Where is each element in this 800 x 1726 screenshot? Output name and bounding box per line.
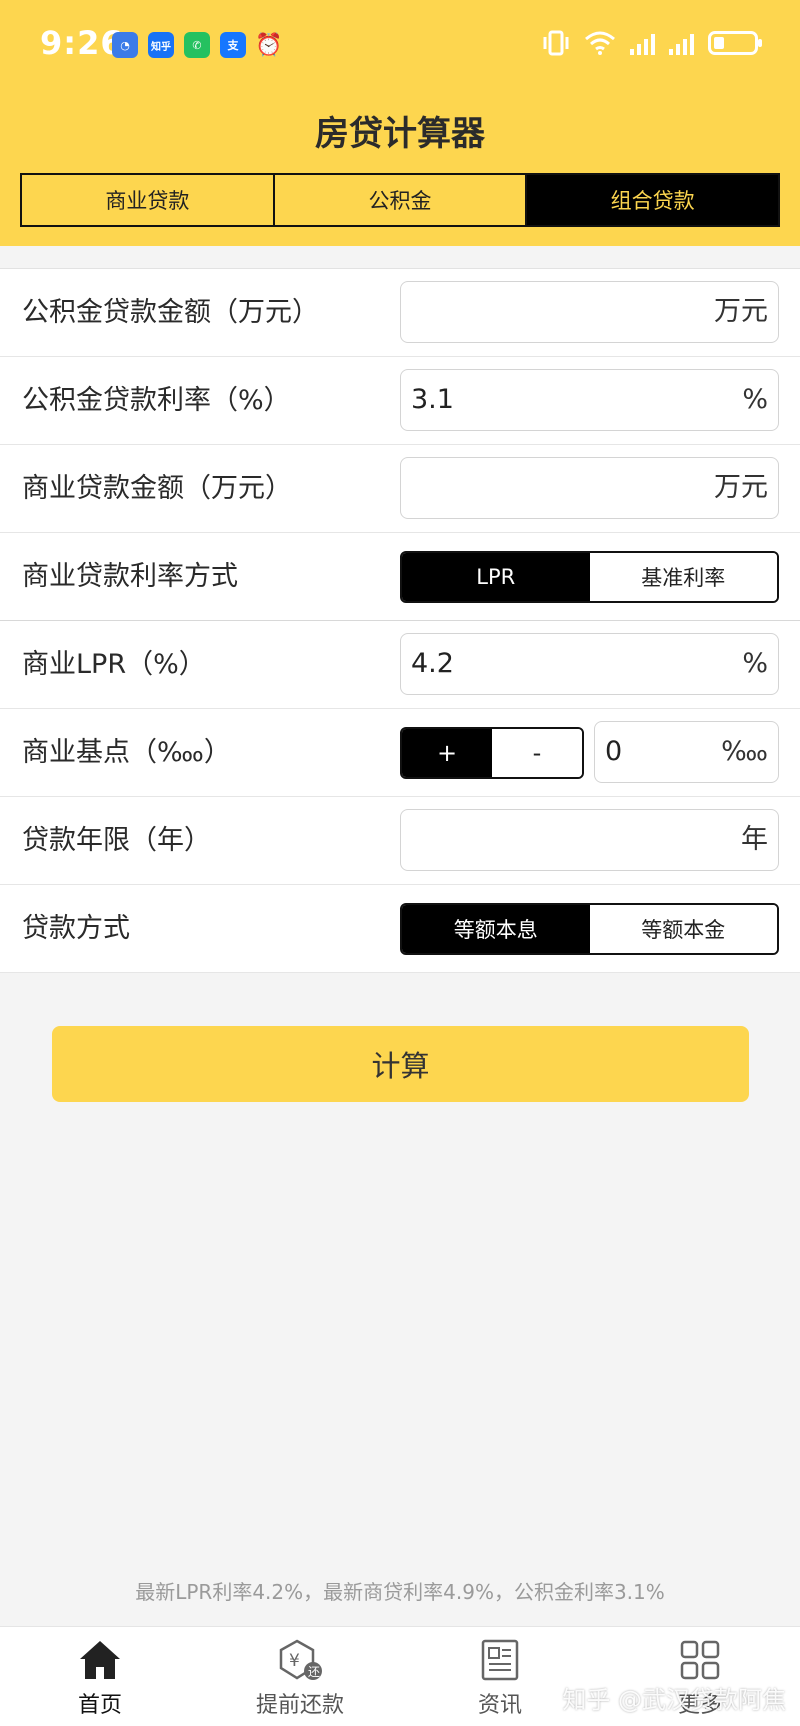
loan-type-tabs: 商业贷款 公积金 组合贷款 — [20, 173, 780, 227]
fund-amount-input[interactable]: 万元 — [400, 281, 779, 343]
page-title: 房贷计算器 — [315, 114, 485, 154]
loan-form: 公积金贷款金额（万元） 万元 公积金贷款利率（%） 3.1 % 商业贷款金额（万… — [0, 268, 800, 973]
nav-home[interactable]: 首页 — [0, 1627, 200, 1726]
status-bar: 9:26 ◔ 知乎 ✆ 支 ⏰ — [0, 0, 800, 90]
row-basis-points: 商业基点（‱） + - 0 ‱ — [0, 709, 800, 797]
lpr-label: 商业LPR（%） — [22, 649, 206, 680]
home-icon — [80, 1641, 120, 1679]
lpr-value: 4.2 — [411, 648, 454, 679]
commercial-amount-label: 商业贷款金额（万元） — [22, 473, 292, 504]
alipay-app-icon: 支 — [220, 32, 246, 58]
commercial-amount-input[interactable]: 万元 — [400, 457, 779, 519]
row-fund-rate: 公积金贷款利率（%） 3.1 % — [0, 357, 800, 445]
tab-provident-fund[interactable]: 公积金 — [275, 175, 528, 225]
notification-icons: ◔ 知乎 ✆ 支 ⏰ — [112, 32, 283, 58]
signal-icon-2 — [669, 31, 694, 55]
clock-app-icon: ◔ — [112, 32, 138, 58]
wifi-icon — [585, 31, 615, 55]
nav-prepay-label: 提前还款 — [255, 1693, 344, 1718]
rate-mode-benchmark-button[interactable]: 基准利率 — [589, 553, 777, 601]
tab-combined-loan[interactable]: 组合贷款 — [527, 175, 779, 225]
nav-home-label: 首页 — [77, 1693, 122, 1718]
years-input[interactable]: 年 — [400, 809, 779, 871]
rate-info-note: 最新LPR利率4.2%，最新商贷利率4.9%，公积金利率3.1% — [135, 1580, 665, 1604]
news-icon — [481, 1639, 519, 1681]
method-equal-principal-button[interactable]: 等额本金 — [589, 905, 777, 953]
method-label: 贷款方式 — [22, 913, 130, 944]
alarm-app-icon: ⏰ — [255, 32, 283, 58]
commercial-amount-unit: 万元 — [714, 472, 768, 503]
row-method: 贷款方式 等额本息 等额本金 — [0, 885, 800, 973]
fund-rate-label: 公积金贷款利率（%） — [22, 385, 291, 416]
years-label: 贷款年限（年） — [22, 825, 211, 856]
fund-amount-unit: 万元 — [714, 296, 768, 327]
tab-commercial-loan[interactable]: 商业贷款 — [22, 175, 275, 225]
system-status — [542, 30, 762, 56]
nav-prepay[interactable]: ¥ 还 提前还款 — [200, 1627, 400, 1726]
years-unit: 年 — [741, 824, 768, 855]
fund-amount-label: 公积金贷款金额（万元） — [22, 297, 319, 328]
basis-points-unit: ‱ — [721, 736, 768, 767]
lpr-input[interactable]: 4.2 % — [400, 633, 779, 695]
calculate-button[interactable]: 计算 — [52, 1026, 749, 1102]
signal-icon — [630, 31, 655, 55]
basis-points-input[interactable]: 0 ‱ — [594, 721, 779, 783]
lpr-unit: % — [742, 648, 768, 679]
minus-button[interactable]: - — [492, 729, 582, 777]
row-lpr: 商业LPR（%） 4.2 % — [0, 621, 800, 709]
prepay-icon: ¥还 — [279, 1639, 322, 1680]
fund-rate-input[interactable]: 3.1 % — [400, 369, 779, 431]
method-equal-installment-button[interactable]: 等额本息 — [402, 905, 590, 953]
zhihu-app-icon: 知乎 — [148, 32, 174, 58]
wechat-app-icon: ✆ — [184, 32, 210, 58]
header: 9:26 ◔ 知乎 ✆ 支 ⏰ 房贷计算器 商业贷款 公积金 组合贷款 — [0, 0, 800, 246]
battery-icon — [708, 31, 762, 55]
basis-points-value: 0 — [605, 736, 623, 767]
basis-points-label: 商业基点（‱） — [22, 737, 231, 768]
rate-mode-label: 商业贷款利率方式 — [22, 561, 238, 592]
fund-rate-value: 3.1 — [411, 384, 454, 415]
row-years: 贷款年限（年） 年 — [0, 797, 800, 885]
svg-text:¥: ¥ — [289, 1651, 300, 1671]
watermark: 知乎 @武汉贷款阿焦 — [562, 1686, 786, 1714]
row-fund-amount: 公积金贷款金额（万元） 万元 — [0, 269, 800, 357]
basis-points-sign-toggle: + - — [400, 727, 584, 779]
row-rate-mode: 商业贷款利率方式 LPR 基准利率 — [0, 533, 800, 621]
nav-news-label: 资讯 — [477, 1693, 522, 1718]
vibrate-icon — [543, 30, 569, 56]
row-commercial-amount: 商业贷款金额（万元） 万元 — [0, 445, 800, 533]
svg-text:还: 还 — [308, 1665, 320, 1679]
plus-button[interactable]: + — [402, 729, 492, 777]
grid-icon — [680, 1640, 720, 1680]
fund-rate-unit: % — [742, 384, 768, 415]
rate-mode-toggle: LPR 基准利率 — [400, 551, 779, 603]
method-toggle: 等额本息 等额本金 — [400, 903, 779, 955]
rate-mode-lpr-button[interactable]: LPR — [402, 553, 590, 601]
